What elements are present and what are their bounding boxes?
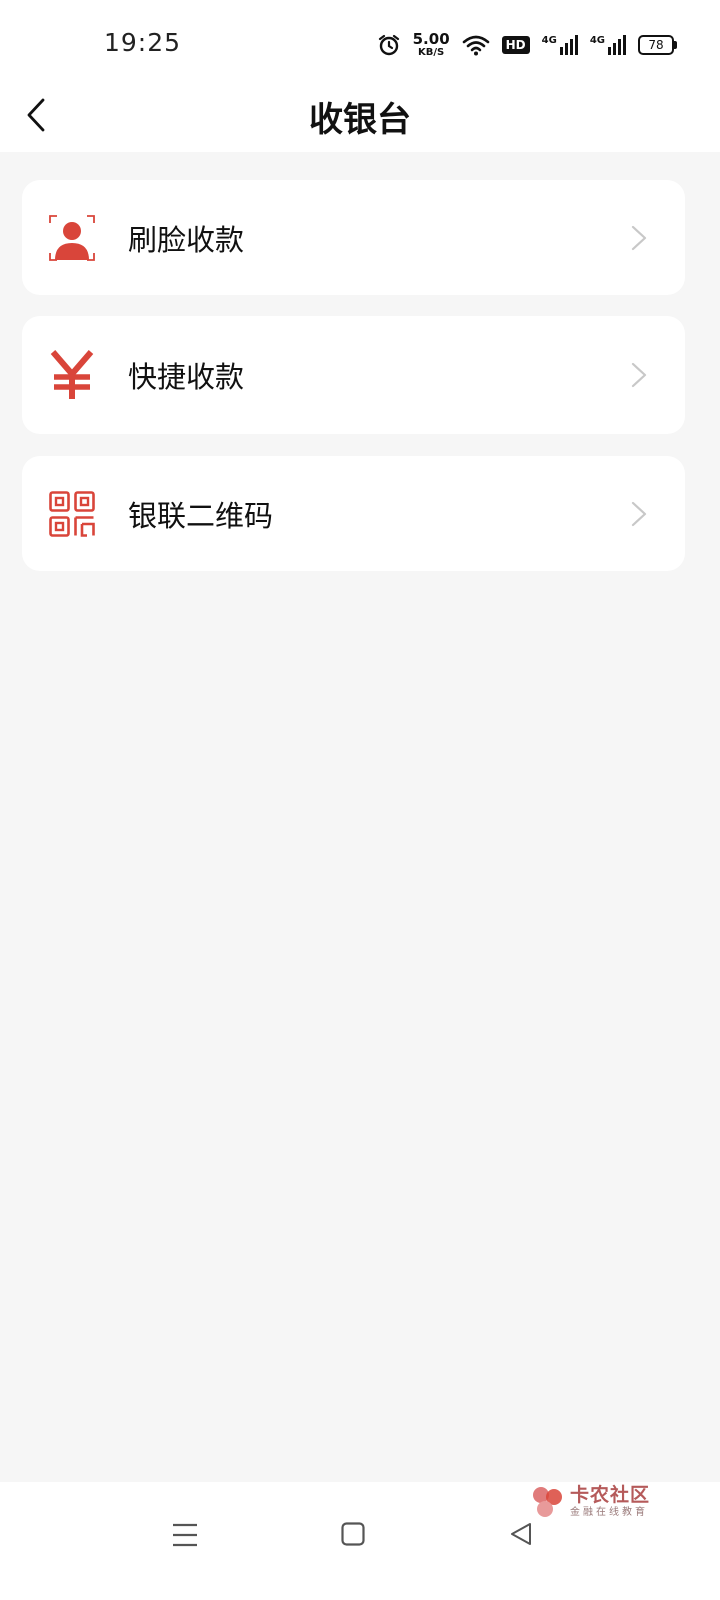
signal-label: 4G [541,35,557,46]
network-speed: 5.00 KB/S [413,32,450,58]
home-icon[interactable] [341,1522,365,1546]
page-title: 收银台 [309,100,411,140]
chevron-right-icon [631,362,647,388]
face-pay-icon [48,214,96,262]
status-bar: 19:25 5.00 KB/S HD 4G 4G 78 [0,0,720,80]
signal-label: 4G [589,35,605,46]
face-payment-label: 刷脸收款 [128,222,245,257]
chevron-right-icon [631,501,647,526]
logo-icon [533,1487,562,1517]
qr-code-icon [48,490,96,538]
watermark: 卡农社区 金融在线教育 [530,1482,650,1522]
wifi-icon [462,35,489,56]
network-speed-unit: KB/S [418,47,445,58]
header-bar: 收银台 [0,80,720,152]
signal-icon: 4G [590,35,626,55]
watermark-subtitle: 金融在线教育 [570,1507,648,1518]
back-nav-icon[interactable] [509,1522,533,1546]
battery-level: 78 [648,38,664,52]
quick-payment-item[interactable]: 快捷收款 [22,316,685,434]
chevron-right-icon [631,225,647,250]
unionpay-qr-label: 银联二维码 [128,498,274,533]
battery-icon: 78 [638,35,677,55]
watermark-title: 卡农社区 [570,1484,651,1506]
face-payment-item[interactable]: 刷脸收款 [22,180,685,295]
yuan-icon [48,350,96,399]
status-icons: 5.00 KB/S HD 4G 4G 78 [377,30,677,60]
network-speed-value: 5.00 [412,30,450,48]
hd-badge: HD [501,36,530,54]
status-time: 19:25 [104,28,182,57]
alarm-icon [378,34,399,56]
quick-payment-label: 快捷收款 [128,360,245,394]
menu-icon[interactable] [172,1522,198,1548]
unionpay-qr-item[interactable]: 银联二维码 [22,456,685,571]
signal-icon: 4G [542,35,578,55]
